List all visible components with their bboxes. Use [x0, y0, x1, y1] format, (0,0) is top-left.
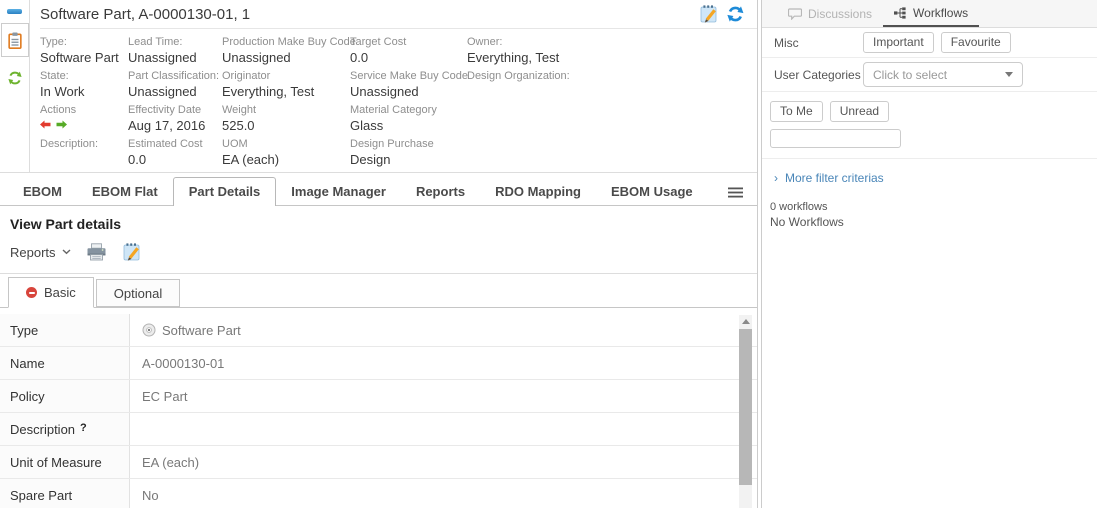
header-field: Estimated Cost 0.0	[128, 138, 222, 172]
part-attributes-grid: Type: Software Part Lead Time: Unassigne…	[40, 29, 757, 172]
main-region: Software Part, A-0000130-01, 1	[0, 0, 757, 508]
empty-message: No Workflows	[770, 215, 1097, 230]
side-panel-tabs: Discussions Workflows	[762, 0, 1097, 28]
important-button[interactable]: Important	[863, 32, 934, 53]
tab-workflows[interactable]: Workflows	[883, 0, 979, 27]
workflow-results: 0 workflows No Workflows	[762, 185, 1097, 230]
scroll-up-icon[interactable]	[739, 315, 752, 328]
tab-part-details[interactable]: Part Details	[173, 177, 277, 206]
header-field: Description:	[40, 138, 128, 172]
favourite-button[interactable]: Favourite	[941, 32, 1011, 53]
select-caret-icon	[1005, 72, 1013, 77]
header-field: Production Make Buy Code Unassigned	[222, 36, 350, 70]
tab-ebom[interactable]: EBOM	[8, 179, 77, 205]
tab-basic[interactable]: Basic	[8, 277, 94, 308]
more-filter-criterias-link[interactable]: › More filter criterias	[762, 159, 1097, 185]
help-marker: ?	[80, 422, 87, 434]
chevron-right-icon: ›	[774, 171, 778, 185]
sync-icon[interactable]	[726, 5, 745, 23]
header-field: UOM EA (each)	[222, 138, 350, 172]
header-field: Effectivity Date Aug 17, 2016	[128, 104, 222, 138]
filter-input[interactable]	[770, 129, 901, 148]
page-title: Software Part, A-0000130-01, 1	[40, 6, 250, 23]
user-categories-row: User Categories Click to select	[762, 58, 1097, 92]
part-details-table: Type Software Part Name A-0000130-01 Pol…	[0, 314, 757, 508]
title-row: Software Part, A-0000130-01, 1	[40, 0, 757, 29]
part-header-card: Software Part, A-0000130-01, 1	[0, 0, 757, 173]
edit-icon[interactable]	[699, 4, 719, 24]
section-title: View Part details	[0, 206, 757, 239]
workflow-count: 0 workflows	[770, 200, 1097, 215]
discussions-icon	[788, 8, 802, 20]
header-field: Part Classification: Unassigned	[128, 70, 222, 104]
clipboard-icon	[8, 32, 22, 49]
page-tab-bar: EBOM EBOM Flat Part Details Image Manage…	[0, 173, 757, 206]
refresh-icon[interactable]	[7, 70, 23, 86]
print-icon[interactable]	[86, 243, 107, 261]
table-row: Spare Part No	[0, 479, 757, 508]
tab-discussions[interactable]: Discussions	[777, 0, 883, 27]
to-me-filter-button[interactable]: To Me	[770, 101, 823, 122]
misc-row: Misc Important Favourite	[762, 28, 1097, 58]
header-field: Material Category Glass	[350, 104, 467, 138]
user-categories-select[interactable]: Click to select	[863, 62, 1023, 87]
previous-action-icon[interactable]	[40, 120, 51, 129]
chevron-down-icon	[62, 249, 71, 255]
tab-optional[interactable]: Optional	[96, 279, 180, 307]
menu-icon[interactable]	[722, 179, 749, 205]
misc-label: Misc	[774, 36, 863, 50]
section-toolbar: Reports	[0, 239, 757, 274]
tab-ebom-usage[interactable]: EBOM Usage	[596, 179, 708, 205]
table-row: Description ?	[0, 413, 757, 446]
header-field-actions: Actions	[40, 104, 128, 138]
scrollbar-thumb[interactable]	[739, 329, 752, 485]
header-field: Type: Software Part	[40, 36, 128, 70]
header-field: Owner: Everything, Test	[467, 36, 757, 70]
header-field: Originator Everything, Test	[222, 70, 350, 104]
tab-image-manager[interactable]: Image Manager	[276, 179, 401, 205]
header-field: Weight 525.0	[222, 104, 350, 138]
form-tab-bar: Basic Optional	[0, 274, 757, 308]
reports-dropdown[interactable]: Reports	[10, 245, 71, 260]
table-row: Policy EC Part	[0, 380, 757, 413]
required-marker-icon	[26, 287, 37, 298]
user-categories-label: User Categories	[774, 68, 863, 82]
part-header-main: Software Part, A-0000130-01, 1	[30, 0, 757, 172]
collapse-handle-icon[interactable]	[7, 9, 22, 14]
workflows-icon	[894, 7, 907, 19]
clipboard-tool-button[interactable]	[1, 23, 29, 57]
title-actions	[699, 4, 757, 24]
table-row: Name A-0000130-01	[0, 347, 757, 380]
header-field: Target Cost 0.0	[350, 36, 467, 70]
workflow-filters: To Me Unread	[762, 92, 1097, 159]
tab-ebom-flat[interactable]: EBOM Flat	[77, 179, 173, 205]
header-field: State: In Work	[40, 70, 128, 104]
edit-icon[interactable]	[122, 242, 142, 262]
header-field: Lead Time: Unassigned	[128, 36, 222, 70]
next-action-icon[interactable]	[56, 120, 67, 129]
vertical-scrollbar[interactable]	[739, 315, 752, 508]
table-row: Unit of Measure EA (each)	[0, 446, 757, 479]
header-field: Design Organization:	[467, 70, 757, 104]
table-row: Type Software Part	[0, 314, 757, 347]
software-part-type-icon	[142, 323, 156, 337]
header-field: Design Purchase Design	[350, 138, 467, 172]
side-rail	[0, 0, 30, 172]
tab-reports[interactable]: Reports	[401, 179, 480, 205]
unread-filter-button[interactable]: Unread	[830, 101, 889, 122]
app-window: Software Part, A-0000130-01, 1	[0, 0, 1097, 508]
header-field: Service Make Buy Code Unassigned	[350, 70, 467, 104]
tab-rdo-mapping[interactable]: RDO Mapping	[480, 179, 596, 205]
workflows-panel: Discussions Workflows Misc Important Fav…	[762, 0, 1097, 508]
